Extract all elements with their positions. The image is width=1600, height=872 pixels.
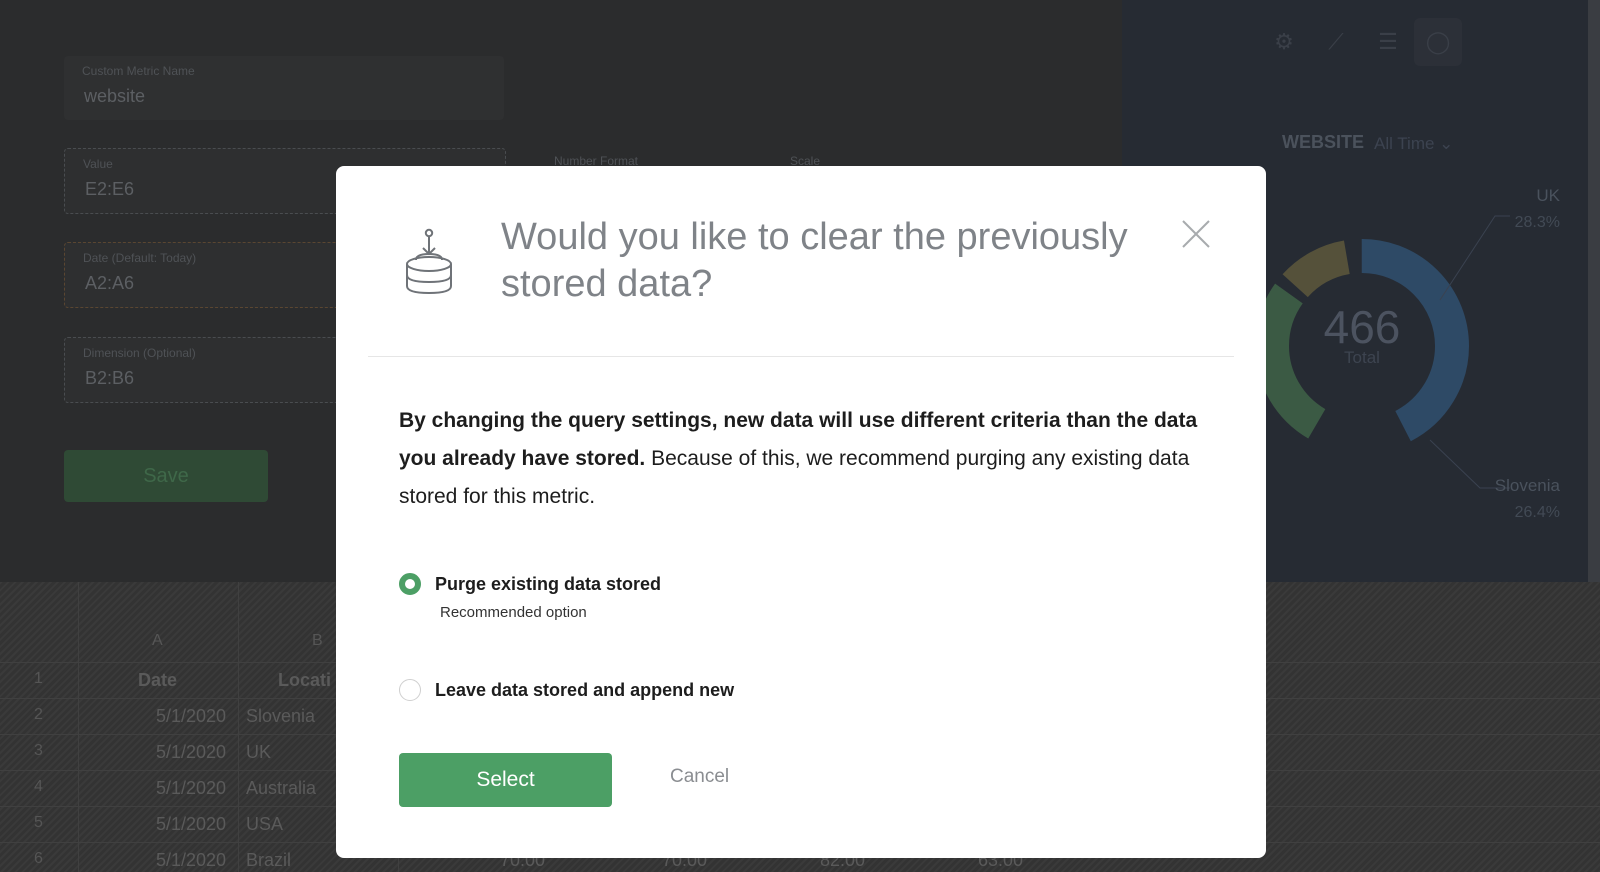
donut-total-value: 466 bbox=[1323, 301, 1401, 353]
dialog-message: By changing the query settings, new data… bbox=[399, 402, 1199, 516]
metric-name-value: website bbox=[84, 86, 146, 106]
column-header-b[interactable]: B bbox=[312, 632, 323, 650]
donut-chart-icon[interactable]: ◯ bbox=[1414, 18, 1462, 66]
table-cell[interactable]: Australia bbox=[246, 778, 316, 799]
widget-title: WEBSITE bbox=[1282, 132, 1365, 152]
row-number[interactable]: 4 bbox=[34, 778, 43, 796]
option-purge-sub: Recommended option bbox=[440, 604, 587, 621]
slice-label-uk: UK bbox=[1536, 186, 1560, 205]
widget-period-dropdown[interactable]: All Time ⌄ bbox=[1374, 134, 1453, 154]
table-cell[interactable]: 5/1/2020 bbox=[156, 706, 226, 727]
date-range: A2:A6 bbox=[85, 273, 135, 293]
row-number[interactable]: 2 bbox=[34, 706, 43, 724]
slice-percent-slovenia: 26.4% bbox=[1514, 504, 1560, 521]
dimension-label: Dimension (Optional) bbox=[83, 346, 196, 360]
option-append-label: Leave data stored and append new bbox=[435, 679, 735, 700]
donut-total-label: Total bbox=[1344, 348, 1380, 367]
row-number[interactable]: 5 bbox=[34, 814, 43, 832]
scrollbar[interactable] bbox=[1588, 0, 1600, 582]
dialog-divider bbox=[368, 356, 1234, 357]
list-icon[interactable]: ☰ bbox=[1374, 28, 1402, 56]
cancel-button[interactable]: Cancel bbox=[670, 766, 729, 788]
table-cell[interactable]: 5/1/2020 bbox=[156, 814, 226, 835]
radio-checked-icon[interactable] bbox=[399, 573, 421, 595]
option-append[interactable]: Leave data stored and append new bbox=[399, 679, 734, 701]
table-cell[interactable]: USA bbox=[246, 814, 283, 835]
table-cell[interactable]: Date bbox=[138, 670, 177, 691]
row-number[interactable]: 3 bbox=[34, 742, 43, 760]
metric-name-label: Custom Metric Name bbox=[82, 64, 195, 78]
option-purge-label: Purge existing data stored bbox=[435, 573, 662, 594]
slice-label-slovenia: Slovenia bbox=[1494, 476, 1560, 495]
row-number[interactable]: 1 bbox=[34, 670, 43, 688]
trend-icon[interactable]: ⟋ bbox=[1322, 28, 1350, 56]
dialog-title: Would you like to clear the previously s… bbox=[501, 216, 1128, 305]
table-cell[interactable]: Locati bbox=[278, 670, 331, 691]
dimension-range: B2:B6 bbox=[85, 368, 135, 388]
radio-unchecked-icon[interactable] bbox=[399, 679, 421, 701]
close-icon[interactable] bbox=[1180, 218, 1212, 250]
table-cell[interactable]: Slovenia bbox=[246, 706, 315, 727]
table-cell[interactable]: 5/1/2020 bbox=[156, 742, 226, 763]
table-cell[interactable]: 5/1/2020 bbox=[156, 778, 226, 799]
value-range: E2:E6 bbox=[85, 179, 135, 199]
row-number[interactable]: 6 bbox=[34, 850, 43, 868]
clear-data-dialog: Would you like to clear the previously s… bbox=[336, 166, 1266, 858]
metric-name-field[interactable]: Custom Metric Name website bbox=[64, 56, 504, 120]
value-label: Value bbox=[83, 157, 113, 171]
gear-icon[interactable]: ⚙ bbox=[1270, 28, 1298, 56]
donut-center: 466 Total bbox=[1302, 300, 1422, 368]
column-header-a[interactable]: A bbox=[152, 632, 163, 650]
save-button[interactable]: Save bbox=[64, 450, 268, 502]
table-cell[interactable]: UK bbox=[246, 742, 271, 763]
date-label: Date (Default: Today) bbox=[83, 251, 197, 265]
table-cell[interactable]: Brazil bbox=[246, 850, 291, 871]
slice-percent-uk: 28.3% bbox=[1514, 214, 1560, 231]
table-cell[interactable]: 5/1/2020 bbox=[156, 850, 226, 871]
select-button[interactable]: Select bbox=[399, 753, 612, 807]
database-download-icon bbox=[406, 228, 452, 294]
option-purge[interactable]: Purge existing data stored bbox=[399, 573, 661, 595]
